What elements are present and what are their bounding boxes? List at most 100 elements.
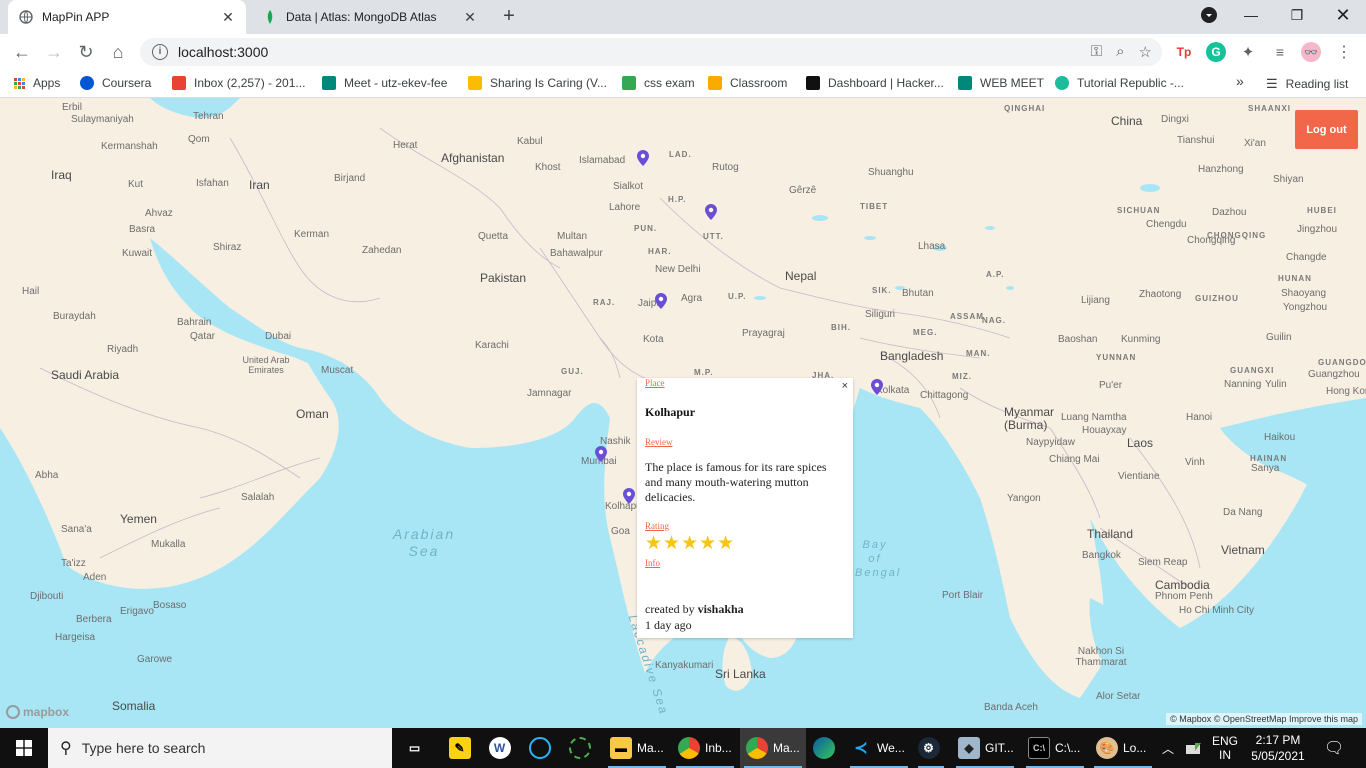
- taskbar-file-explorer[interactable]: ▬ Ma...: [604, 728, 670, 768]
- avatar[interactable]: 👓: [1301, 42, 1321, 62]
- taskbar-edge[interactable]: [810, 728, 842, 768]
- map-label-china: China: [1111, 114, 1143, 128]
- map-label-city: Chiang Mai: [1049, 454, 1100, 465]
- bookmark-apps[interactable]: Apps: [14, 76, 60, 90]
- media-control-icon[interactable]: ≡: [1270, 42, 1290, 62]
- clock[interactable]: 2:17 PM 5/05/2021: [1248, 728, 1308, 768]
- map-label-region: YUNNAN: [1096, 353, 1137, 362]
- chrome-icon: [678, 737, 700, 759]
- address-bar[interactable]: i localhost:3000 ⚿ ⌕ ☆: [140, 38, 1162, 66]
- bookmark-web-meet[interactable]: WEB MEET: [958, 76, 1044, 90]
- taskbar-app[interactable]: W: [486, 728, 518, 768]
- close-window-button[interactable]: ✕: [1320, 0, 1366, 30]
- notifications-icon[interactable]: 🗨: [1324, 728, 1344, 768]
- key-icon[interactable]: ⚿: [1091, 43, 1102, 61]
- minimize-button[interactable]: —: [1228, 0, 1274, 30]
- map-pin-icon[interactable]: [871, 379, 883, 395]
- language-indicator[interactable]: ENG IN: [1210, 728, 1240, 768]
- site-info-icon[interactable]: i: [152, 44, 168, 60]
- popup-close-button[interactable]: ×: [842, 380, 848, 392]
- bookmark-classroom[interactable]: Classroom: [708, 76, 787, 90]
- grammarly-icon[interactable]: G: [1206, 42, 1226, 62]
- map-label-city: Nakhon Si Thammarat: [1075, 646, 1127, 668]
- apps-grid-icon: [14, 77, 25, 89]
- bookmark-css-exam[interactable]: css exam: [622, 76, 695, 90]
- extensions-puzzle-icon[interactable]: ✦: [1238, 42, 1258, 62]
- tab-close-icon[interactable]: ✕: [220, 9, 236, 25]
- map-label-city: Berbera: [76, 614, 112, 625]
- start-button[interactable]: [0, 728, 48, 768]
- map-label-nepal: Nepal: [785, 269, 817, 283]
- network-icon[interactable]: [1185, 728, 1203, 768]
- tab-mongodb-atlas[interactable]: Data | Atlas: MongoDB Atlas ✕: [252, 0, 488, 34]
- map-label-city: Hanzhong: [1198, 164, 1244, 175]
- bookmark-meet[interactable]: Meet - utz-ekev-fee: [322, 76, 447, 90]
- bookmark-sharing-is-caring[interactable]: Sharing Is Caring (V...: [468, 76, 607, 90]
- taskbar-chrome-inbox[interactable]: Inb...: [672, 728, 738, 768]
- taskbar-sticky-notes[interactable]: ✎: [446, 728, 478, 768]
- map-label-city: Jingzhou: [1297, 224, 1338, 235]
- taskbar-search-box[interactable]: ⚲ Type here to search: [48, 728, 392, 768]
- new-tab-button[interactable]: +: [496, 5, 522, 29]
- taskbar-app[interactable]: [566, 728, 598, 768]
- map-label-region: GUIZHOU: [1195, 294, 1239, 303]
- bookmark-tutorial-republic[interactable]: Tutorial Republic -...: [1055, 76, 1184, 90]
- profile-menu-icon[interactable]: [1186, 0, 1232, 30]
- map-label-city: United Arab Emirates: [242, 355, 290, 375]
- map-label-city: Bangkok: [1082, 550, 1121, 561]
- map-label-city: Erigavo: [120, 606, 154, 617]
- map-label-cambodia: Cambodia: [1155, 578, 1210, 592]
- url-text[interactable]: localhost:3000: [178, 44, 268, 60]
- reload-button[interactable]: ↻: [72, 38, 100, 66]
- created-by-text: created by vishakha: [645, 602, 744, 616]
- map-label-city: New Delhi: [655, 264, 701, 275]
- tp-extension-icon[interactable]: Tp: [1174, 42, 1194, 62]
- map-pin-icon[interactable]: [623, 488, 635, 504]
- taskbar-git[interactable]: ◆ GIT...: [952, 728, 1018, 768]
- taskbar-paint[interactable]: 🎨 Lo...: [1090, 728, 1156, 768]
- bookmark-coursera[interactable]: Coursera: [80, 76, 151, 90]
- taskbar-chrome-mappin[interactable]: Ma...: [740, 728, 806, 768]
- logout-button[interactable]: Log out: [1295, 110, 1358, 149]
- more-menu-icon[interactable]: ⋮: [1334, 42, 1354, 62]
- map-pin-icon[interactable]: [637, 150, 649, 166]
- reading-list-button[interactable]: ☰ Reading list: [1266, 76, 1348, 92]
- taskbar-cmd[interactable]: C:\ C:\...: [1022, 728, 1088, 768]
- map-label-region: ASSAM: [950, 312, 984, 321]
- tab-mappin-app[interactable]: MapPin APP ✕: [8, 0, 246, 34]
- maximize-button[interactable]: ❐: [1274, 0, 1320, 30]
- map-label-region: BIH.: [831, 323, 851, 332]
- bookmark-gmail-inbox[interactable]: Inbox (2,257) - 201...: [172, 76, 305, 90]
- mapbox-logo[interactable]: mapbox: [6, 705, 69, 719]
- map-label-thailand: Thailand: [1087, 527, 1134, 541]
- map-label-city: Agra: [681, 293, 703, 304]
- back-button[interactable]: ←: [8, 38, 36, 66]
- map-label-city: Guilin: [1266, 332, 1292, 343]
- map-attribution[interactable]: © Mapbox © OpenStreetMap Improve this ma…: [1166, 713, 1362, 725]
- map-canvas[interactable]: Afghanistan Iran Iraq Pakistan Nepal Bhu…: [0, 98, 1366, 728]
- map-label-region: HAINAN: [1250, 454, 1288, 463]
- task-view-button[interactable]: ▭: [402, 728, 432, 768]
- map-label-city: Banda Aceh: [984, 702, 1038, 713]
- bookmarks-overflow-button[interactable]: »: [1236, 73, 1244, 89]
- forward-button[interactable]: →: [40, 38, 68, 66]
- taskbar-cortana[interactable]: [526, 728, 558, 768]
- bookmark-hackerrank[interactable]: Dashboard | Hacker...: [806, 76, 944, 90]
- map-label-city: Hail: [22, 286, 40, 297]
- tab-close-icon[interactable]: ✕: [462, 9, 478, 25]
- map-label-city: Bosaso: [153, 600, 187, 611]
- map-label-region: MEG.: [913, 328, 938, 337]
- map-pin-icon[interactable]: [595, 446, 607, 462]
- chrome-icon: [746, 737, 768, 759]
- taskbar-vscode[interactable]: ≺ We...: [846, 728, 912, 768]
- map-label-city: Haikou: [1264, 432, 1296, 443]
- bookmark-star-icon[interactable]: ☆: [1139, 43, 1152, 61]
- map-pin-icon[interactable]: [705, 204, 717, 220]
- tray-overflow-icon[interactable]: ︿: [1162, 728, 1174, 768]
- map-pin-icon[interactable]: [655, 293, 667, 309]
- map-label-city: Rutog: [712, 162, 739, 173]
- taskbar-steam[interactable]: ⚙: [914, 728, 948, 768]
- home-button[interactable]: ⌂: [104, 38, 132, 66]
- zoom-icon[interactable]: ⌕: [1116, 43, 1124, 61]
- map-label-oman: Oman: [296, 407, 329, 421]
